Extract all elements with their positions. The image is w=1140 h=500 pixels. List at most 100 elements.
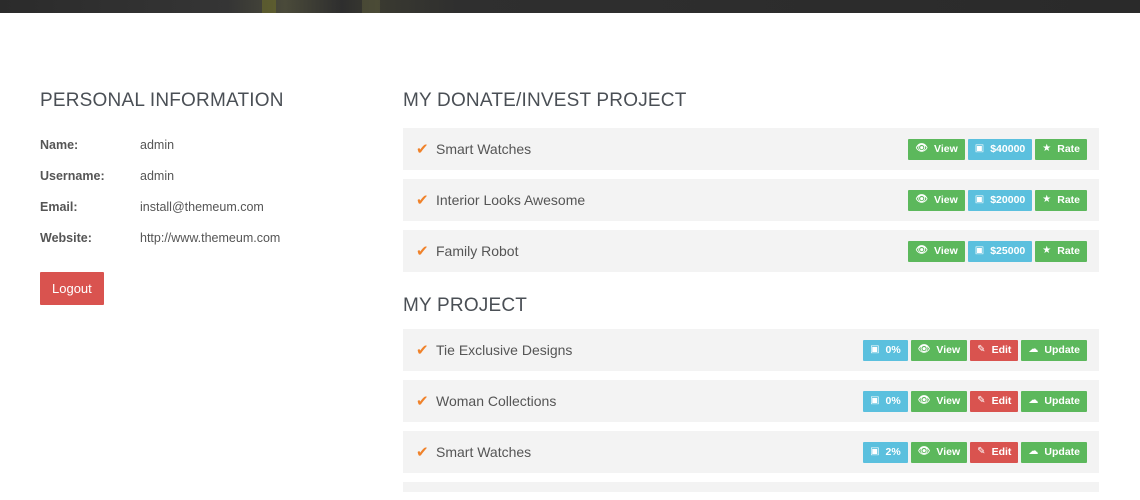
list-item: ✔ Family Robot 👁 View ▣ $25000 ★ Rate [403, 230, 1099, 272]
cloud-upload-icon: ☁ [1028, 344, 1039, 355]
check-icon: ✔ [416, 393, 429, 410]
money-icon: ▣ [870, 344, 880, 355]
project-name: Smart Watches [436, 444, 532, 460]
rate-label: Rate [1057, 194, 1080, 206]
amount-label: $40000 [990, 143, 1026, 155]
rate-button[interactable]: ★ Rate [1035, 138, 1087, 160]
row-actions: 👁 View ▣ $40000 ★ Rate [908, 138, 1087, 160]
amount-button[interactable]: ▣ $40000 [967, 138, 1033, 160]
my-project-title: MY PROJECT [403, 295, 528, 316]
check-icon: ✔ [416, 192, 429, 209]
personal-information-title: PERSONAL INFORMATION [40, 90, 284, 111]
star-icon: ★ [1042, 245, 1052, 256]
star-icon: ★ [1042, 143, 1052, 154]
edit-label: Edit [991, 344, 1012, 356]
progress-label: 2% [885, 446, 901, 458]
project-name: Family Robot [436, 243, 519, 259]
list-item: ✔ Interior Looks Awesome 👁 View ▣ $20000 ★… [403, 179, 1099, 221]
list-item [403, 482, 1099, 492]
info-value: admin [140, 138, 175, 152]
row-actions: 👁 View ▣ $25000 ★ Rate [908, 240, 1087, 262]
eye-icon: 👁 [917, 446, 931, 457]
eye-icon: 👁 [917, 344, 931, 355]
row-actions: 👁 View ▣ $20000 ★ Rate [908, 189, 1087, 211]
edit-button[interactable]: ✎ Edit [970, 441, 1019, 463]
view-button[interactable]: 👁 View [910, 339, 968, 361]
info-label: Email: [40, 200, 78, 214]
donate-invest-title: MY DONATE/INVEST PROJECT [403, 90, 687, 111]
rate-label: Rate [1057, 143, 1080, 155]
update-button[interactable]: ☁ Update [1021, 390, 1087, 412]
cloud-upload-icon: ☁ [1028, 395, 1039, 406]
amount-button[interactable]: ▣ $25000 [967, 240, 1033, 262]
check-icon: ✔ [416, 243, 429, 260]
star-icon: ★ [1042, 194, 1052, 205]
amount-label: $20000 [990, 194, 1026, 206]
personal-information-panel: PERSONAL INFORMATION Name: admin Usernam… [40, 90, 360, 305]
progress-badge: ▣ 0% [863, 390, 908, 412]
update-label: Update [1044, 395, 1080, 407]
view-button[interactable]: 👁 View [908, 240, 965, 262]
money-icon: ▣ [974, 245, 985, 256]
logout-button[interactable]: Logout [40, 272, 104, 305]
check-icon: ✔ [416, 141, 429, 158]
pencil-icon: ✎ [977, 395, 986, 406]
info-row-username: Username: admin [40, 169, 360, 200]
rate-button[interactable]: ★ Rate [1035, 189, 1087, 211]
info-label: Name: [40, 138, 79, 152]
money-icon: ▣ [870, 446, 880, 457]
view-button[interactable]: 👁 View [910, 390, 968, 412]
info-row-name: Name: admin [40, 138, 360, 169]
info-value: install@themeum.com [140, 200, 264, 214]
view-label: View [934, 143, 958, 155]
view-button[interactable]: 👁 View [908, 138, 965, 160]
edit-button[interactable]: ✎ Edit [970, 390, 1019, 412]
edit-button[interactable]: ✎ Edit [970, 339, 1019, 361]
check-icon: ✔ [416, 444, 429, 461]
header-banner [0, 0, 1140, 13]
project-name: Woman Collections [436, 393, 557, 409]
projects-column: MY DONATE/INVEST PROJECT ✔ Smart Watches… [403, 90, 1099, 492]
update-button[interactable]: ☁ Update [1021, 339, 1087, 361]
eye-icon: 👁 [915, 194, 929, 205]
info-label: Website: [40, 231, 92, 245]
row-actions: ▣ 2% 👁 View ✎ Edit ☁ Update [863, 441, 1087, 463]
edit-label: Edit [991, 446, 1012, 458]
banner-image-fragment [362, 0, 380, 13]
rate-button[interactable]: ★ Rate [1035, 240, 1087, 262]
project-name: Interior Looks Awesome [436, 192, 586, 208]
pencil-icon: ✎ [977, 446, 986, 457]
info-row-email: Email: install@themeum.com [40, 200, 360, 231]
progress-label: 0% [885, 395, 901, 407]
rate-label: Rate [1057, 245, 1080, 257]
banner-image-fragment [262, 0, 276, 13]
update-label: Update [1044, 446, 1080, 458]
money-icon: ▣ [974, 143, 985, 154]
view-button[interactable]: 👁 View [910, 441, 968, 463]
money-icon: ▣ [974, 194, 985, 205]
edit-label: Edit [991, 395, 1012, 407]
personal-info-table: Name: admin Username: admin Email: insta… [40, 138, 360, 262]
progress-label: 0% [885, 344, 901, 356]
donate-project-list: ✔ Smart Watches 👁 View ▣ $40000 ★ Rate ✔ In… [403, 128, 1099, 272]
view-label: View [936, 446, 961, 458]
list-item: ✔ Woman Collections ▣ 0% 👁 View ✎ Edit ☁ Upd… [403, 380, 1099, 422]
view-label: View [936, 395, 961, 407]
project-name: Tie Exclusive Designs [436, 342, 573, 358]
cloud-upload-icon: ☁ [1028, 446, 1039, 457]
my-project-list: ✔ Tie Exclusive Designs ▣ 0% 👁 View ✎ Edit … [403, 329, 1099, 492]
check-icon: ✔ [416, 342, 429, 359]
info-label: Username: [40, 169, 105, 183]
update-button[interactable]: ☁ Update [1021, 441, 1087, 463]
info-value: http://www.themeum.com [140, 231, 281, 245]
project-name: Smart Watches [436, 141, 532, 157]
list-item: ✔ Smart Watches ▣ 2% 👁 View ✎ Edit ☁ Update [403, 431, 1099, 473]
pencil-icon: ✎ [977, 344, 986, 355]
row-actions: ▣ 0% 👁 View ✎ Edit ☁ Update [863, 390, 1087, 412]
info-row-website: Website: http://www.themeum.com [40, 231, 360, 262]
eye-icon: 👁 [915, 245, 929, 256]
update-label: Update [1044, 344, 1080, 356]
info-value: admin [140, 169, 175, 183]
view-button[interactable]: 👁 View [908, 189, 965, 211]
amount-button[interactable]: ▣ $20000 [967, 189, 1033, 211]
